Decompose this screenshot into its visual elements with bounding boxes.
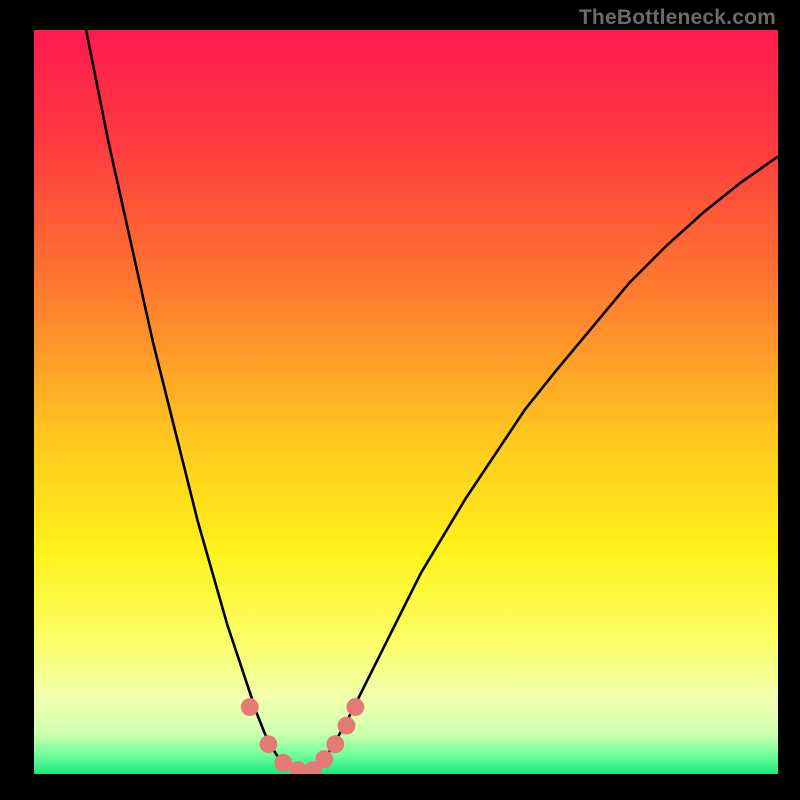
curve-marker — [326, 735, 344, 753]
curve-markers — [241, 698, 365, 774]
watermark-text: TheBottleneck.com — [579, 6, 776, 30]
plot-area — [34, 30, 778, 774]
curve-marker — [315, 750, 333, 768]
chart-frame: TheBottleneck.com — [0, 0, 800, 800]
curve-marker — [241, 698, 259, 716]
curve-marker — [338, 717, 356, 735]
curve-marker — [346, 698, 364, 716]
bottleneck-curve — [34, 30, 778, 774]
curve-marker — [259, 735, 277, 753]
curve-path — [86, 30, 778, 772]
